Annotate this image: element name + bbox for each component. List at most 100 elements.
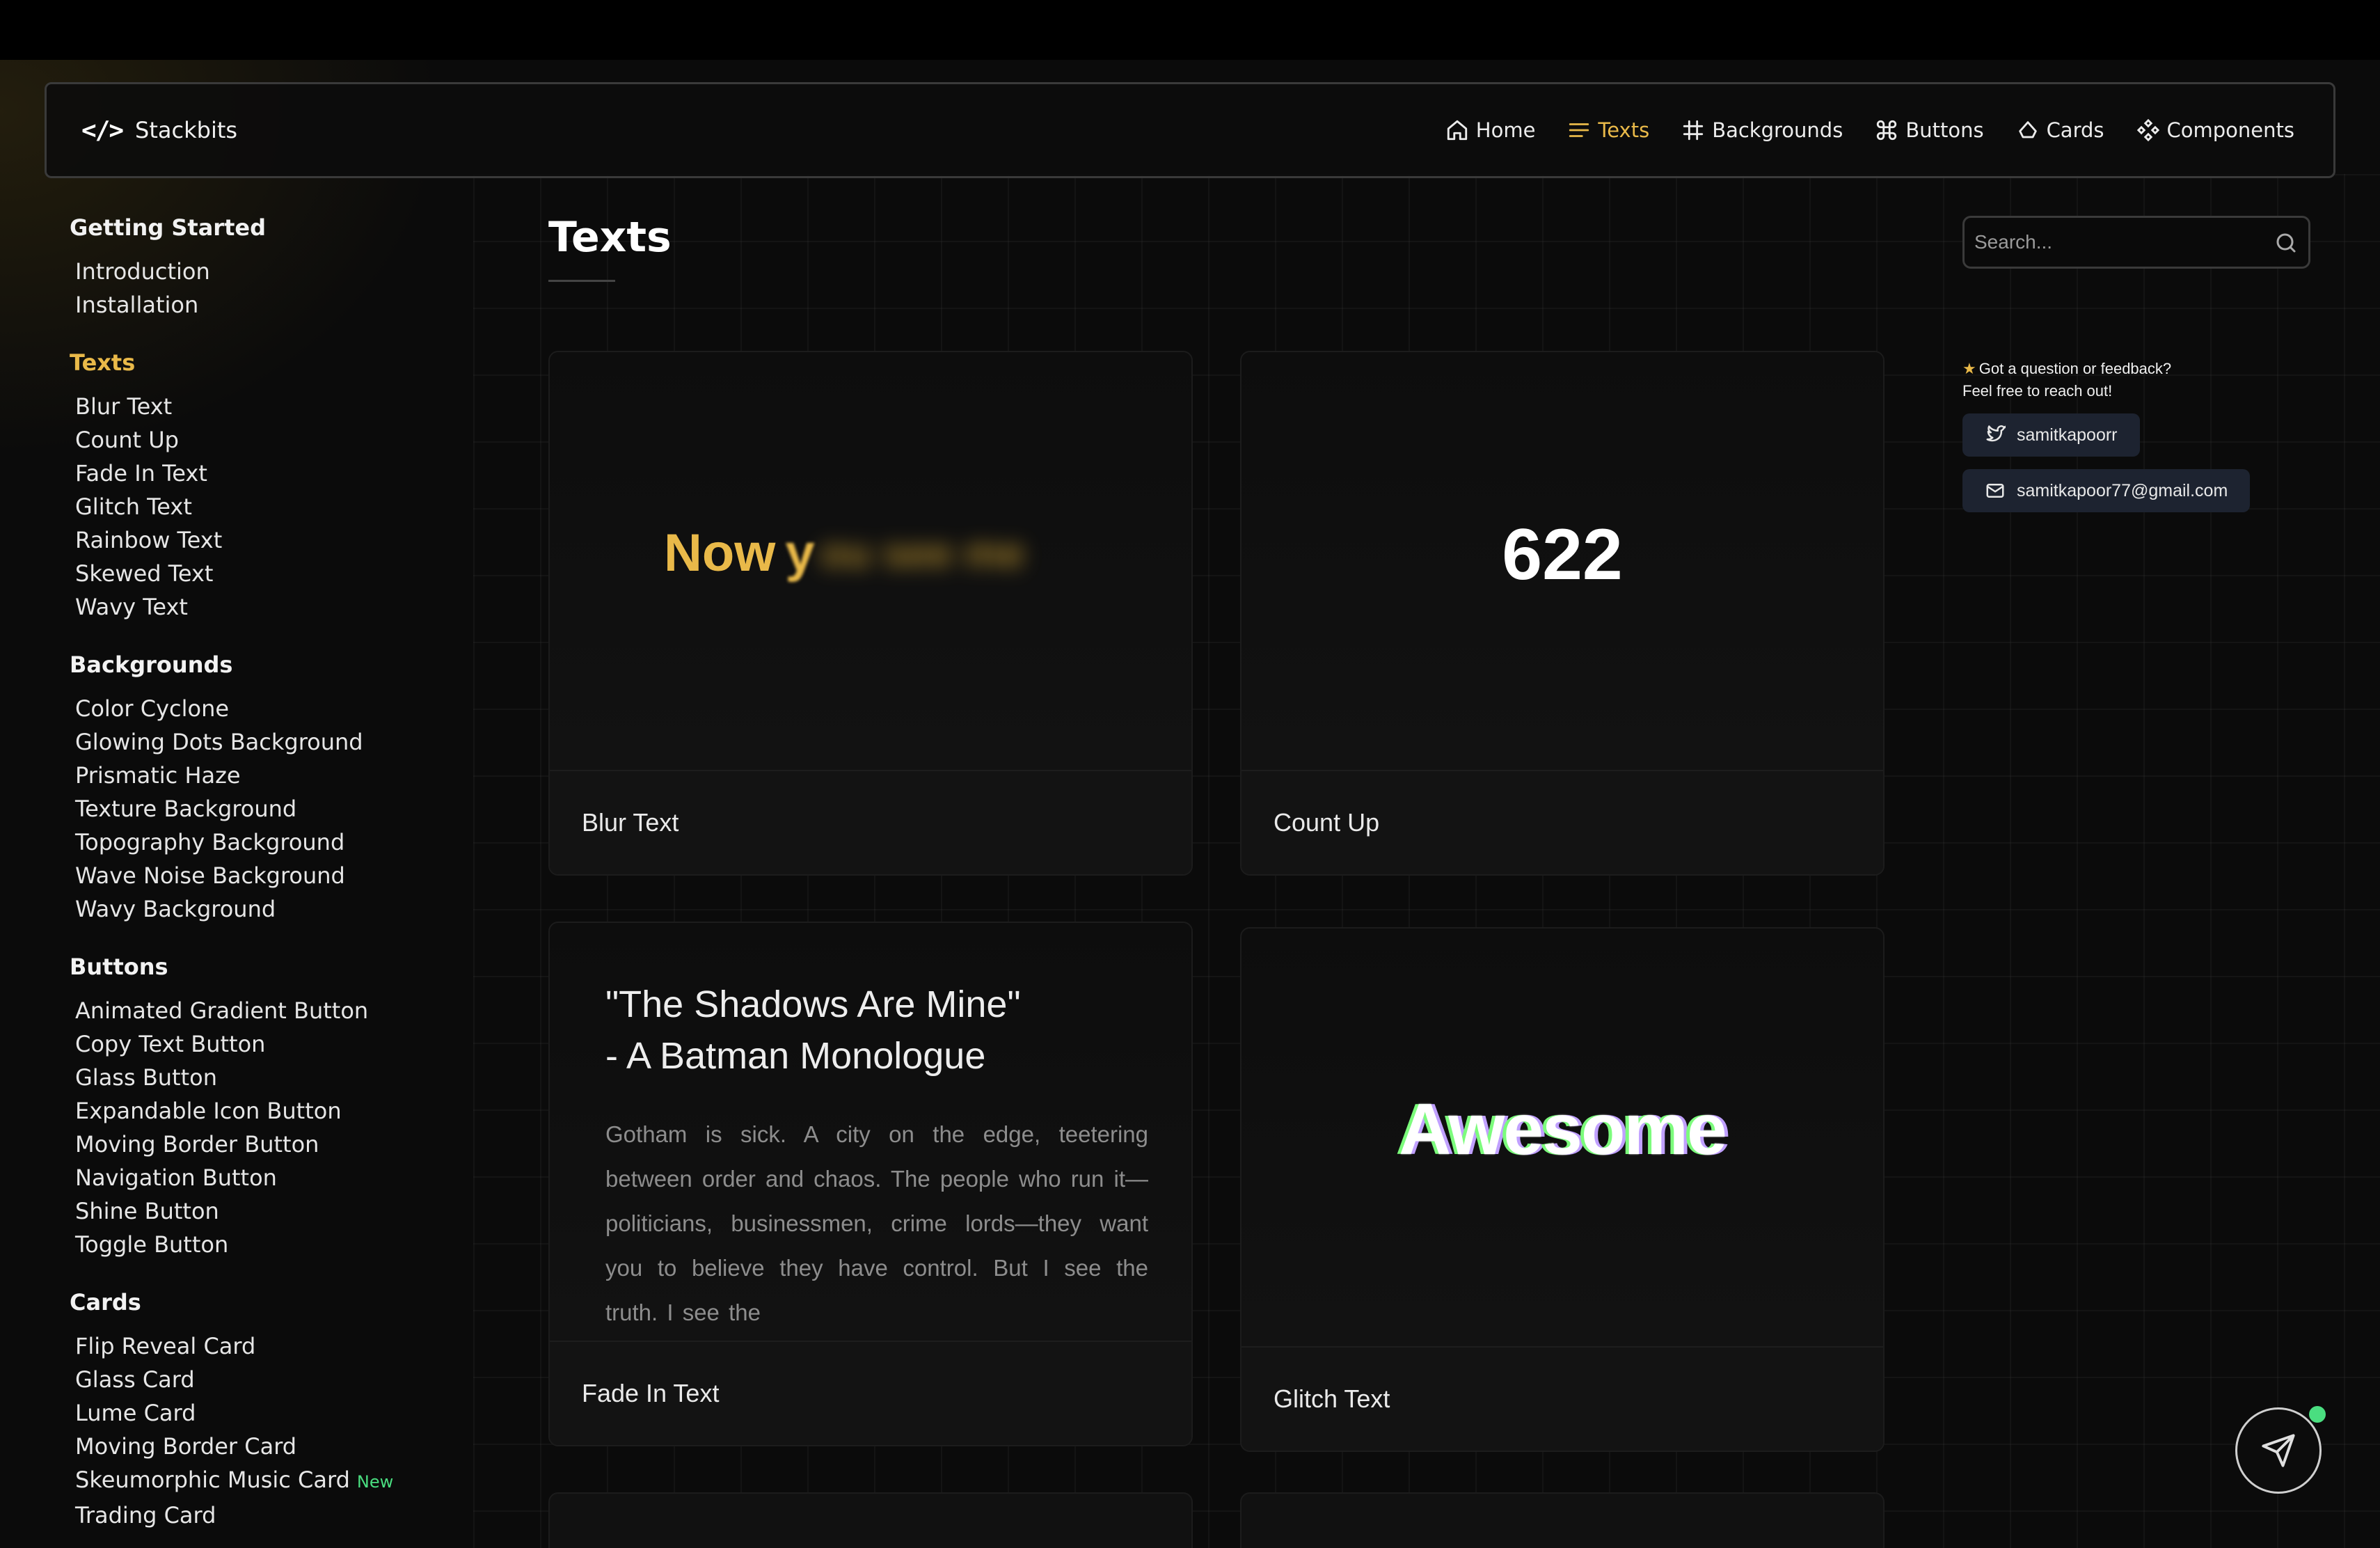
card-preview: "The Shadows Are Mine" - A Batman Monolo… bbox=[550, 923, 1191, 1341]
card-count-up[interactable]: 622 Count Up bbox=[1240, 351, 1885, 876]
card-label: Blur Text bbox=[582, 808, 679, 837]
sidebar-item-wavy-text[interactable]: Wavy Text bbox=[70, 590, 459, 624]
card-glitch-text[interactable]: Awesome Glitch Text bbox=[1240, 927, 1885, 1452]
sidebar-item-copy-text-button[interactable]: Copy Text Button bbox=[70, 1027, 459, 1061]
nav-home[interactable]: Home bbox=[1445, 118, 1536, 142]
sidebar-item-moving-border-button[interactable]: Moving Border Button bbox=[70, 1128, 459, 1161]
nav-buttons[interactable]: Buttons bbox=[1875, 118, 1984, 142]
nav-components-label: Components bbox=[2166, 118, 2294, 142]
sidebar-group-texts: Texts Blur Text Count Up Fade In Text Gl… bbox=[70, 349, 459, 624]
nav-home-label: Home bbox=[1475, 118, 1536, 142]
sidebar-item-navigation-button[interactable]: Navigation Button bbox=[70, 1161, 459, 1194]
blur-text-blurred: ou see me bbox=[820, 530, 1025, 576]
cloud-icon bbox=[2018, 121, 2037, 139]
sidebar-item-introduction[interactable]: Introduction bbox=[70, 255, 459, 288]
nav-backgrounds[interactable]: Backgrounds bbox=[1681, 118, 1843, 142]
navbar: </> Stackbits Home Texts Backgrounds But… bbox=[45, 82, 2335, 178]
sidebar-item-count-up[interactable]: Count Up bbox=[70, 423, 459, 457]
card-blur-text[interactable]: Now y ou see me Blur Text bbox=[548, 351, 1193, 876]
card-preview: 622 bbox=[1241, 352, 1883, 770]
count-up-number: 622 bbox=[1502, 514, 1623, 595]
blur-text-demo: Now y ou see me bbox=[664, 523, 1024, 583]
card-label: Glitch Text bbox=[1274, 1384, 1390, 1413]
blur-text-partial: y bbox=[785, 523, 815, 583]
sidebar-item-glass-button[interactable]: Glass Button bbox=[70, 1061, 459, 1094]
sidebar-item-label: Skeumorphic Music Card bbox=[75, 1467, 350, 1493]
nav-texts-label: Texts bbox=[1598, 118, 1650, 142]
card-label: Count Up bbox=[1274, 808, 1380, 837]
nav-cards[interactable]: Cards bbox=[2016, 118, 2104, 142]
sidebar-item-shine-button[interactable]: Shine Button bbox=[70, 1194, 459, 1228]
card-next-left[interactable] bbox=[548, 1492, 1193, 1548]
sidebar-item-moving-border-card[interactable]: Moving Border Card bbox=[70, 1430, 459, 1463]
search-input[interactable] bbox=[1974, 218, 2253, 267]
sidebar-item-flip-reveal-card[interactable]: Flip Reveal Card bbox=[70, 1329, 459, 1363]
card-footer: Count Up bbox=[1241, 770, 1883, 874]
nav-links: Home Texts Backgrounds Buttons Cards Com… bbox=[1445, 84, 2294, 176]
sidebar-item-wavy-background[interactable]: Wavy Background bbox=[70, 892, 459, 926]
sidebar-heading: Buttons bbox=[70, 954, 168, 980]
brand-logo[interactable]: </> Stackbits bbox=[81, 84, 237, 176]
feedback-note: ★ Got a question or feedback? Feel free t… bbox=[1962, 358, 2171, 402]
sidebar-item-color-cyclone[interactable]: Color Cyclone bbox=[70, 692, 459, 725]
twitter-link[interactable]: samitkapoorr bbox=[1962, 413, 2140, 457]
star-icon: ★ bbox=[1962, 360, 1976, 377]
sidebar-item-trading-card[interactable]: Trading Card bbox=[70, 1499, 459, 1532]
feedback-line1: Got a question or feedback? bbox=[1978, 360, 2172, 377]
page-title: Texts bbox=[548, 213, 672, 262]
status-dot bbox=[2309, 1406, 2326, 1423]
title-underline bbox=[548, 280, 615, 282]
sidebar-item-skeumorphic-music-card[interactable]: Skeumorphic Music Card New bbox=[70, 1463, 459, 1499]
card-fade-in-text[interactable]: "The Shadows Are Mine" - A Batman Monolo… bbox=[548, 922, 1193, 1446]
sidebar-heading: Backgrounds bbox=[70, 651, 233, 678]
sidebar-item-blur-text[interactable]: Blur Text bbox=[70, 390, 459, 423]
search-icon[interactable] bbox=[2274, 230, 2299, 255]
card-next-right[interactable] bbox=[1240, 1492, 1885, 1548]
sidebar-item-glitch-text[interactable]: Glitch Text bbox=[70, 490, 459, 523]
mail-icon bbox=[1986, 484, 2004, 498]
nav-components[interactable]: Components bbox=[2136, 118, 2294, 142]
sidebar-group-backgrounds: Backgrounds Color Cyclone Glowing Dots B… bbox=[70, 651, 459, 926]
fade-body-text: Gotham is sick. A city on the edge, teet… bbox=[605, 1121, 1148, 1325]
sidebar-item-texture-background[interactable]: Texture Background bbox=[70, 792, 459, 826]
card-footer: Blur Text bbox=[550, 770, 1191, 874]
search-box bbox=[1962, 216, 2310, 269]
sidebar-item-wave-noise-background[interactable]: Wave Noise Background bbox=[70, 859, 459, 892]
glitch-text-word: Awesome bbox=[1399, 1089, 1727, 1170]
sidebar-item-toggle-button[interactable]: Toggle Button bbox=[70, 1228, 459, 1261]
sidebar-item-skewed-text[interactable]: Skewed Text bbox=[70, 557, 459, 590]
sidebar-heading: Cards bbox=[70, 1289, 141, 1316]
component-icon bbox=[2136, 118, 2159, 142]
sidebar-heading: Texts bbox=[70, 349, 136, 376]
nav-texts[interactable]: Texts bbox=[1567, 118, 1649, 142]
sidebar-item-expandable-icon-button[interactable]: Expandable Icon Button bbox=[70, 1094, 459, 1128]
sidebar-item-installation[interactable]: Installation bbox=[70, 288, 459, 322]
card-preview: Now y ou see me bbox=[550, 352, 1191, 770]
sidebar-item-glass-card[interactable]: Glass Card bbox=[70, 1363, 459, 1396]
menu-lines-icon bbox=[1569, 123, 1589, 137]
blur-text-word: Now bbox=[664, 523, 776, 583]
command-icon bbox=[1877, 120, 1897, 141]
card-footer: Fade In Text bbox=[550, 1341, 1191, 1445]
sidebar-item-fade-in-text[interactable]: Fade In Text bbox=[70, 457, 459, 490]
brand-name: Stackbits bbox=[135, 117, 238, 143]
fade-title-line1: "The Shadows Are Mine" bbox=[605, 984, 1021, 1025]
sidebar-item-topography-background[interactable]: Topography Background bbox=[70, 826, 459, 859]
email-link[interactable]: samitkapoor77@gmail.com bbox=[1962, 469, 2251, 512]
sidebar: Getting Started Introduction Installatio… bbox=[70, 214, 459, 1548]
sidebar-group-buttons: Buttons Animated Gradient Button Copy Te… bbox=[70, 954, 459, 1261]
fade-title-line2: - A Batman Monologue bbox=[605, 1035, 986, 1077]
sidebar-item-animated-gradient-button[interactable]: Animated Gradient Button bbox=[70, 994, 459, 1027]
home-icon bbox=[1447, 120, 1467, 141]
sidebar-item-glowing-dots-background[interactable]: Glowing Dots Background bbox=[70, 725, 459, 759]
sidebar-item-prismatic-haze[interactable]: Prismatic Haze bbox=[70, 759, 459, 792]
top-bar bbox=[0, 0, 2380, 60]
new-badge: New bbox=[356, 1472, 394, 1492]
sidebar-item-rainbow-text[interactable]: Rainbow Text bbox=[70, 523, 459, 557]
send-feedback-button[interactable] bbox=[2235, 1407, 2322, 1494]
sidebar-heading: Getting Started bbox=[70, 214, 266, 241]
feedback-line2: Feel free to reach out! bbox=[1962, 382, 2113, 400]
sidebar-group-getting-started: Getting Started Introduction Installatio… bbox=[70, 214, 459, 322]
page: </> Stackbits Home Texts Backgrounds But… bbox=[0, 0, 2380, 1548]
sidebar-item-lume-card[interactable]: Lume Card bbox=[70, 1396, 459, 1430]
